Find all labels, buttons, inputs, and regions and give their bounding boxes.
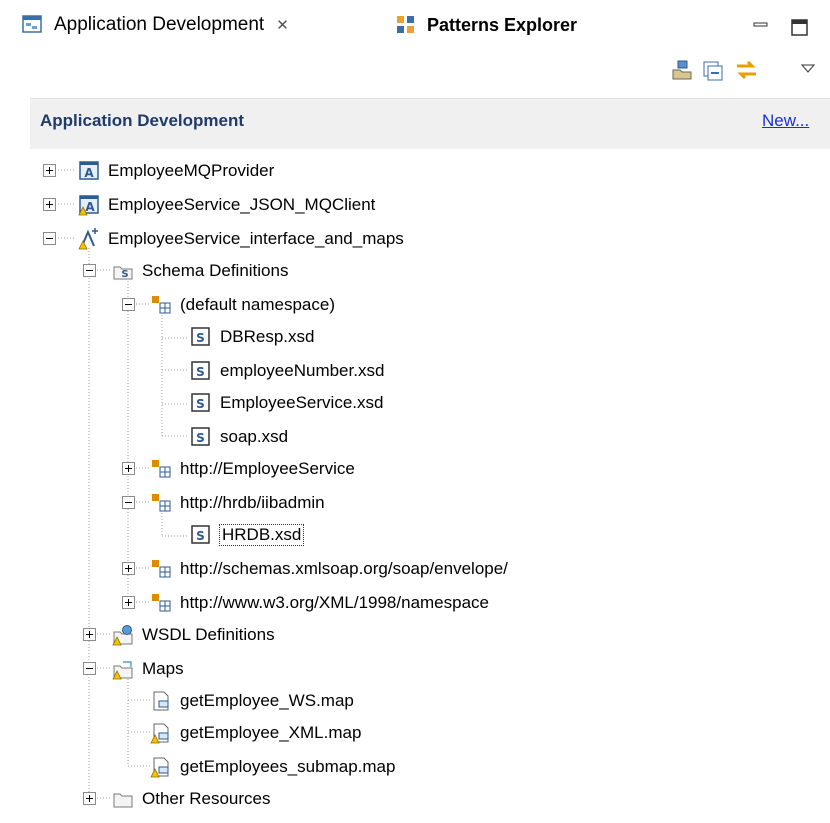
tab-patterns-explorer[interactable]: Patterns Explorer <box>395 10 655 40</box>
shared-library-warning-icon <box>78 227 100 250</box>
tree-label: EmployeeService_interface_and_maps <box>108 228 404 248</box>
tree-label: EmployeeService.xsd <box>220 392 384 412</box>
section-header: Application Development New... <box>30 98 830 149</box>
map-file-icon <box>150 690 172 712</box>
tree-label: getEmployee_WS.map <box>180 690 354 710</box>
namespace-icon <box>150 294 172 316</box>
xsd-file-icon: S <box>190 524 212 546</box>
tree-label: Schema Definitions <box>142 260 289 280</box>
tree-item-ns-hrdb[interactable]: http://hrdb/iibadmin <box>150 486 325 519</box>
wsdl-folder-warning-icon <box>112 624 134 646</box>
tree-item-file[interactable]: S employeeNumber.xsd <box>190 354 384 387</box>
minimize-view-icon[interactable] <box>752 18 770 37</box>
section-title: Application Development <box>40 111 245 130</box>
tree-label: http://www.w3.org/XML/1998/namespace <box>180 592 489 612</box>
xsd-file-icon: S <box>190 392 212 414</box>
folder-icon <box>112 788 134 810</box>
view-tab-bar: Application Development ✕ Patterns Explo… <box>0 0 830 60</box>
svg-text:S: S <box>196 529 205 543</box>
xsd-file-icon: S <box>190 426 212 448</box>
new-link[interactable]: New... <box>762 111 809 131</box>
tree-item-schema-definitions[interactable]: S Schema Definitions <box>112 254 288 287</box>
tree-label: http://EmployeeService <box>180 458 355 478</box>
application-development-view-icon <box>22 14 44 36</box>
tree-item-file[interactable]: S DBResp.xsd <box>190 320 314 353</box>
tree-label: DBResp.xsd <box>220 326 315 346</box>
tree-label: WSDL Definitions <box>142 624 275 644</box>
tree-label: http://hrdb/iibadmin <box>180 492 325 512</box>
tree-item-file[interactable]: S EmployeeService.xsd <box>190 386 383 419</box>
collapse-toggle-employeeservice-interface-and-maps[interactable] <box>43 232 56 245</box>
maps-folder-warning-icon <box>112 658 134 680</box>
tree-item-other-resources[interactable]: Other Resources <box>112 782 271 815</box>
collapse-toggle-schema-definitions[interactable] <box>83 264 96 277</box>
tree-label: EmployeeMQProvider <box>108 160 275 180</box>
tree-item-maps[interactable]: Maps <box>112 652 184 685</box>
expand-toggle-other-resources[interactable] <box>83 792 96 805</box>
svg-text:S: S <box>196 397 205 411</box>
tree-item-hrdb-file[interactable]: S HRDB.xsd <box>190 518 305 551</box>
map-file-warning-icon <box>150 756 172 778</box>
new-project-icon[interactable] <box>670 58 694 86</box>
tree-item-wsdl-definitions[interactable]: WSDL Definitions <box>112 618 275 651</box>
collapse-all-icon[interactable] <box>702 60 724 86</box>
expand-toggle-employeeservice-json-mqclient[interactable] <box>43 198 56 211</box>
namespace-icon <box>150 458 172 480</box>
tree-label: Maps <box>142 658 184 678</box>
tree-item-employeemqprovider[interactable]: A EmployeeMQProvider <box>78 154 274 187</box>
view-menu-icon[interactable] <box>800 60 816 79</box>
tree-item-ns-soap-envelope[interactable]: http://schemas.xmlsoap.org/soap/envelope… <box>150 552 508 585</box>
tree-label-selected: HRDB.xsd <box>218 523 305 546</box>
tree-item-employeeservice-interface-and-maps[interactable]: EmployeeService_interface_and_maps <box>78 222 404 255</box>
tab-application-development-label: Application Development <box>54 14 265 35</box>
tab-application-development[interactable]: Application Development ✕ <box>22 10 382 40</box>
tree-item-default-namespace[interactable]: (default namespace) <box>150 288 335 321</box>
tree-item-map-file[interactable]: getEmployee_XML.map <box>150 716 361 749</box>
tree-label: employeeNumber.xsd <box>220 360 385 380</box>
tree-label: EmployeeService_JSON_MQClient <box>108 194 376 214</box>
tree-label: http://schemas.xmlsoap.org/soap/envelope… <box>180 558 508 578</box>
tree-item-file[interactable]: S soap.xsd <box>190 420 288 453</box>
expand-toggle-ns-soap-envelope[interactable] <box>122 562 135 575</box>
namespace-icon <box>150 592 172 614</box>
schema-folder-icon: S <box>112 260 134 282</box>
expand-toggle-ns-w3-xml[interactable] <box>122 596 135 609</box>
xsd-file-icon: S <box>190 360 212 382</box>
collapse-toggle-default-namespace[interactable] <box>122 298 135 311</box>
tree-item-ns-employeeservice[interactable]: http://EmployeeService <box>150 452 355 485</box>
close-tab-icon[interactable]: ✕ <box>276 16 289 34</box>
svg-text:S: S <box>196 365 205 379</box>
collapse-toggle-ns-hrdb[interactable] <box>122 496 135 509</box>
tree-label: soap.xsd <box>220 426 289 446</box>
collapse-toggle-maps[interactable] <box>83 662 96 675</box>
map-file-warning-icon <box>150 722 172 744</box>
tree-label: getEmployee_XML.map <box>180 722 362 742</box>
patterns-explorer-icon <box>395 14 417 36</box>
application-project-icon: A <box>78 160 100 182</box>
tree-label: Other Resources <box>142 788 271 808</box>
maximize-view-icon[interactable] <box>790 18 810 42</box>
expand-toggle-wsdl-definitions[interactable] <box>83 628 96 641</box>
tree-item-map-file[interactable]: getEmployees_submap.map <box>150 750 395 783</box>
expand-toggle-employeemqprovider[interactable] <box>43 164 56 177</box>
svg-text:S: S <box>196 331 205 345</box>
svg-text:A: A <box>84 166 94 180</box>
tree-item-employeeservice-json-mqclient[interactable]: A EmployeeService_JSON_MQClient <box>78 188 375 221</box>
application-project-warning-icon: A <box>78 194 100 216</box>
tab-patterns-explorer-label: Patterns Explorer <box>427 14 578 35</box>
link-with-editor-icon[interactable] <box>734 58 760 86</box>
svg-text:S: S <box>196 431 205 445</box>
tree-item-map-file[interactable]: getEmployee_WS.map <box>150 684 354 717</box>
tree-label: (default namespace) <box>180 294 335 314</box>
svg-text:S: S <box>121 269 128 280</box>
svg-text:A: A <box>85 200 95 214</box>
tree-label: getEmployees_submap.map <box>180 756 396 776</box>
namespace-icon <box>150 558 172 580</box>
expand-toggle-ns-employeeservice[interactable] <box>122 462 135 475</box>
namespace-icon <box>150 492 172 514</box>
project-tree: A EmployeeMQProvider A EmployeeService_J… <box>0 150 830 820</box>
tree-item-ns-w3-xml[interactable]: http://www.w3.org/XML/1998/namespace <box>150 586 489 619</box>
xsd-file-icon: S <box>190 326 212 348</box>
